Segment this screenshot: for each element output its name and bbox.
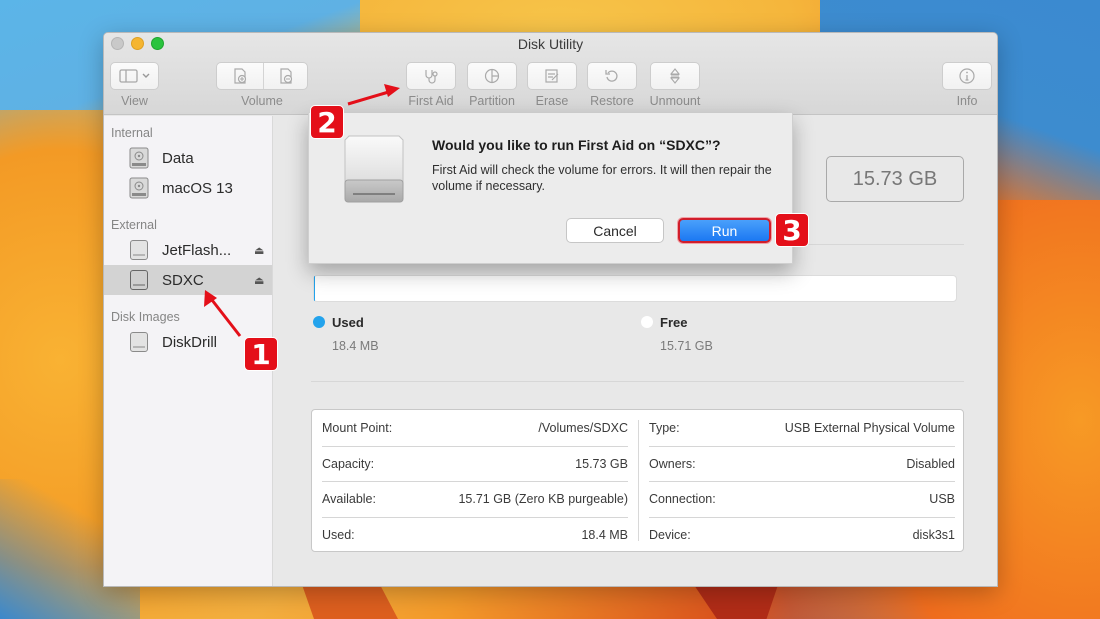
eject-icon[interactable]: ⏏	[254, 274, 264, 287]
sidebar-item-label: JetFlash...	[162, 241, 232, 259]
sidebar-item-data[interactable]: Data	[104, 143, 272, 173]
info-row-available: Available: 15.71 GB (Zero KB purgeable)	[322, 482, 628, 518]
stethoscope-icon	[425, 70, 438, 84]
sidebar-item-jetflash[interactable]: JetFlash... ⏏	[104, 235, 272, 265]
sidebar-item-label: SDXC	[162, 271, 204, 289]
info-value: /Volumes/SDXC	[538, 421, 628, 436]
restore-label: Restore	[590, 94, 634, 108]
erase-icon	[545, 69, 559, 83]
restore-icon	[605, 70, 618, 82]
erase-button[interactable]	[527, 62, 577, 90]
used-value: 18.4 MB	[332, 339, 379, 353]
info-value: disk3s1	[912, 528, 955, 543]
first-aid-dialog: Would you like to run First Aid on “SDXC…	[308, 113, 793, 264]
info-value: 15.71 GB (Zero KB purgeable)	[458, 492, 628, 507]
info-label: Info	[956, 94, 978, 108]
info-value: 18.4 MB	[581, 528, 628, 543]
volume-segment	[216, 62, 308, 90]
info-value: Disabled	[906, 456, 955, 471]
view-button[interactable]	[110, 62, 159, 90]
first-aid-label: First Aid	[408, 94, 454, 108]
info-row-used: Used: 18.4 MB	[322, 518, 628, 554]
sidebar-section-internal: Internal	[111, 126, 153, 140]
free-legend-dot	[641, 316, 653, 328]
toolbar: Disk Utility View Volume First Aid Parti…	[104, 33, 997, 115]
volume-info-table: Mount Point: /Volumes/SDXC Capacity: 15.…	[311, 409, 964, 552]
window-title: Disk Utility	[517, 36, 584, 52]
external-drive-icon	[344, 135, 404, 203]
sidebar-section-disk-images: Disk Images	[111, 310, 180, 324]
free-legend-label: Free	[660, 315, 688, 330]
info-button[interactable]	[942, 62, 992, 90]
info-row-owners: Owners: Disabled	[649, 447, 955, 482]
dialog-message: First Aid will check the volume for erro…	[432, 163, 772, 193]
run-button[interactable]: Run	[678, 218, 771, 243]
info-key: Owners:	[649, 456, 696, 471]
free-value: 15.71 GB	[660, 339, 713, 353]
sidebar-section-external: External	[111, 218, 157, 232]
info-column-left: Mount Point: /Volumes/SDXC Capacity: 15.…	[312, 410, 638, 551]
step-badge-2: 2	[310, 105, 344, 139]
info-key: Device:	[649, 528, 691, 543]
sidebar-item-macos-13[interactable]: macOS 13	[104, 173, 272, 203]
info-key: Available:	[322, 492, 376, 507]
add-volume-button[interactable]	[217, 63, 263, 89]
info-row-capacity: Capacity: 15.73 GB	[322, 447, 628, 482]
info-key: Used:	[322, 528, 355, 543]
sidebar-item-label: macOS 13	[162, 179, 233, 197]
info-icon	[959, 68, 975, 84]
capacity-badge: 15.73 GB	[826, 156, 964, 202]
usage-bar-used	[314, 276, 315, 301]
info-column-right: Type: USB External Physical Volume Owner…	[639, 410, 965, 551]
info-key: Mount Point:	[322, 421, 393, 436]
info-key: Type:	[649, 421, 680, 436]
sidebar-item-sdxc[interactable]: SDXC ⏏	[104, 265, 272, 295]
add-volume-icon	[234, 68, 247, 84]
info-row-mount-point: Mount Point: /Volumes/SDXC	[322, 411, 628, 447]
used-legend-label: Used	[332, 315, 364, 330]
cancel-button[interactable]: Cancel	[566, 218, 664, 243]
sidebar-toggle-icon	[118, 69, 149, 83]
sidebar-item-label: Data	[162, 149, 194, 167]
external-disk-icon	[130, 270, 148, 290]
eject-icon[interactable]: ⏏	[254, 244, 264, 257]
info-row-type: Type: USB External Physical Volume	[649, 411, 955, 447]
step-badge-3: 3	[775, 213, 809, 247]
remove-volume-icon	[280, 68, 293, 84]
volume-label: Volume	[241, 94, 283, 108]
internal-disk-icon	[129, 177, 149, 199]
usage-bar	[313, 275, 957, 302]
first-aid-button[interactable]	[406, 62, 456, 90]
used-legend-dot	[313, 316, 325, 328]
info-row-device: Device: disk3s1	[649, 518, 955, 554]
info-value: USB External Physical Volume	[784, 421, 955, 436]
info-key: Connection:	[649, 492, 716, 507]
unmount-button[interactable]	[650, 62, 700, 90]
external-disk-icon	[130, 240, 148, 260]
partition-button[interactable]	[467, 62, 517, 90]
partition-label: Partition	[469, 94, 515, 108]
restore-button[interactable]	[587, 62, 637, 90]
internal-disk-icon	[129, 147, 149, 169]
dialog-title: Would you like to run First Aid on “SDXC…	[432, 137, 721, 153]
divider	[311, 381, 964, 382]
info-key: Capacity:	[322, 456, 375, 471]
external-disk-icon	[130, 332, 148, 352]
remove-volume-button[interactable]	[263, 63, 309, 89]
info-row-connection: Connection: USB	[649, 482, 955, 518]
unmount-icon	[669, 68, 681, 84]
sidebar-item-label: DiskDrill	[162, 333, 217, 351]
erase-label: Erase	[535, 94, 569, 108]
step-badge-1: 1	[244, 337, 278, 371]
pie-icon	[484, 68, 500, 84]
view-label: View	[121, 94, 148, 108]
info-value: 15.73 GB	[575, 456, 628, 471]
unmount-label: Unmount	[649, 94, 701, 108]
info-value: USB	[929, 492, 955, 507]
